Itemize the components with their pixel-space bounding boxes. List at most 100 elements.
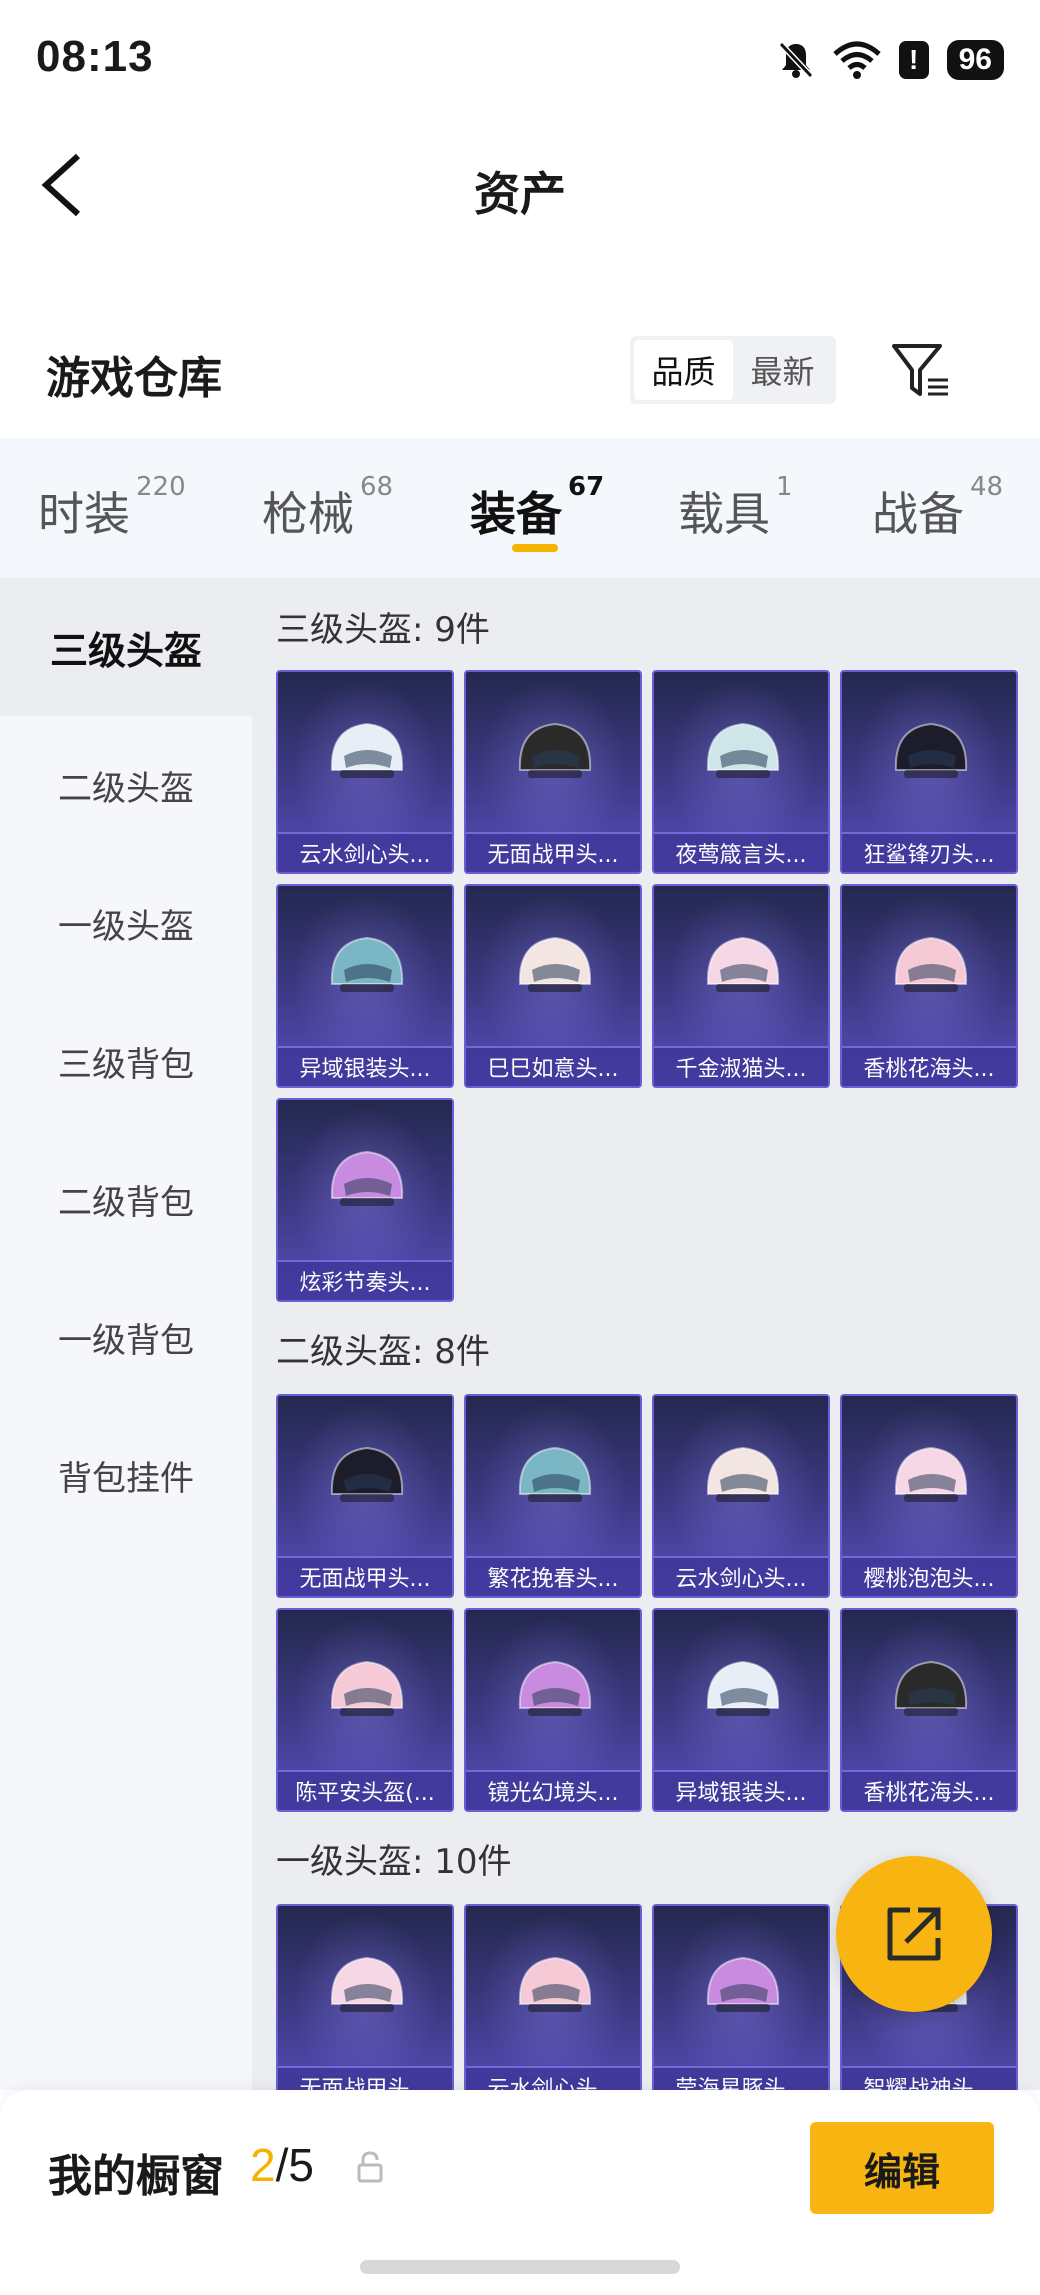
item-card[interactable]: 香桃花海头... — [840, 1608, 1018, 1812]
sub-item-level2-helmet[interactable]: 二级头盔 — [0, 716, 252, 854]
status-bar: 08:13 ! 96 — [0, 0, 1040, 120]
header: 资产 — [0, 120, 1040, 250]
item-card-label: 云水剑心头... — [278, 832, 452, 872]
item-card[interactable]: 云水剑心头... — [464, 1904, 642, 2090]
helmet-icon — [706, 722, 780, 778]
showcase-count: 2/5 — [250, 2139, 314, 2191]
item-card[interactable]: 异域银装头... — [276, 884, 454, 1088]
sort-quality[interactable]: 品质 — [634, 340, 733, 400]
tab-equipment[interactable]: 装备 67 — [470, 472, 604, 544]
item-card-label: 莹海星豚头... — [654, 2066, 828, 2090]
item-card-label: 无面战甲头... — [278, 1556, 452, 1596]
item-card[interactable]: 香桃花海头... — [840, 884, 1018, 1088]
item-card-label: 云水剑心头... — [654, 1556, 828, 1596]
item-card[interactable]: 夜莺箴言头... — [652, 670, 830, 874]
tab-vehicles[interactable]: 载具 1 — [678, 472, 793, 544]
helmet-icon — [330, 1660, 404, 1716]
item-card-label: 香桃花海头... — [842, 1770, 1016, 1810]
helmet-icon — [894, 1660, 968, 1716]
item-card-label: 巳巳如意头... — [466, 1046, 640, 1086]
category-tabs: 时装 220 枪械 68 装备 67 载具 1 战备 48 — [0, 438, 1040, 578]
sub-item-backpack-charm[interactable]: 背包挂件 — [0, 1406, 252, 1544]
lock-icon — [357, 2151, 383, 2183]
tab-guns[interactable]: 枪械 68 — [262, 472, 393, 544]
item-card[interactable]: 狂鲨锋刃头... — [840, 670, 1018, 874]
item-card-label: 夜莺箴言头... — [654, 832, 828, 872]
item-card-label: 樱桃泡泡头... — [842, 1556, 1016, 1596]
item-card-label: 无面战甲头... — [466, 832, 640, 872]
alert-icon: ! — [898, 41, 929, 79]
share-external-icon — [887, 1907, 941, 1961]
sort-latest[interactable]: 最新 — [733, 340, 832, 400]
home-indicator — [360, 2260, 680, 2274]
battery-level: 96 — [958, 43, 992, 76]
helmet-icon — [706, 1446, 780, 1502]
item-card-label: 狂鲨锋刃头... — [842, 832, 1016, 872]
item-card-label: 繁花挽春头... — [466, 1556, 640, 1596]
helmet-icon — [330, 936, 404, 992]
status-icons: ! 96 — [777, 36, 1004, 84]
item-card-label: 炫彩节奏头... — [278, 1260, 452, 1300]
showcase-title: 我的橱窗 — [48, 2151, 224, 2202]
item-card-label: 云水剑心头... — [466, 2066, 640, 2090]
status-time: 08:13 — [36, 32, 154, 81]
helmet-icon — [706, 1660, 780, 1716]
helmet-icon — [894, 936, 968, 992]
edit-button[interactable]: 编辑 — [810, 2122, 994, 2214]
item-card-label: 镜光幻境头... — [466, 1770, 640, 1810]
helmet-icon — [518, 936, 592, 992]
item-card-label: 异域银装头... — [278, 1046, 452, 1086]
tab-fashion[interactable]: 时装 220 — [38, 472, 186, 544]
helmet-icon — [518, 1956, 592, 2012]
item-card[interactable]: 无面战甲头... — [464, 670, 642, 874]
share-button[interactable] — [836, 1856, 992, 2012]
helmet-icon — [894, 722, 968, 778]
subcategory-sidebar: 三级头盔 二级头盔 一级头盔 三级背包 二级背包 一级背包 背包挂件 — [0, 578, 252, 2090]
item-card[interactable]: 异域银装头... — [652, 1608, 830, 1812]
tab-supplies[interactable]: 战备 48 — [872, 472, 1003, 544]
helmet-icon — [330, 722, 404, 778]
helmet-icon — [518, 1446, 592, 1502]
helmet-icon — [894, 1446, 968, 1502]
filter-icon[interactable] — [890, 340, 952, 402]
warehouse-title: 游戏仓库 — [46, 353, 222, 404]
helmet-icon — [706, 1956, 780, 2012]
item-card[interactable]: 镜光幻境头... — [464, 1608, 642, 1812]
item-card[interactable]: 炫彩节奏头... — [276, 1098, 454, 1302]
item-card-label: 陈平安头盔(... — [278, 1770, 452, 1810]
helmet-icon — [330, 1446, 404, 1502]
active-tab-indicator — [512, 544, 558, 552]
sub-item-level1-backpack[interactable]: 一级背包 — [0, 1268, 252, 1406]
sub-item-level3-backpack[interactable]: 三级背包 — [0, 992, 252, 1130]
page-title: 资产 — [474, 167, 566, 221]
item-card[interactable]: 云水剑心头... — [652, 1394, 830, 1598]
item-card-label: 异域银装头... — [654, 1770, 828, 1810]
showcase-bar: 我的橱窗 2/5 编辑 — [0, 2090, 1040, 2295]
item-card-label: 无面战甲头... — [278, 2066, 452, 2090]
section-title-level2-helmet: 二级头盔: 8件 — [276, 1332, 490, 1372]
item-card[interactable]: 巳巳如意头... — [464, 884, 642, 1088]
helmet-icon — [518, 1660, 592, 1716]
sub-item-level2-backpack[interactable]: 二级背包 — [0, 1130, 252, 1268]
sub-item-level1-helmet[interactable]: 一级头盔 — [0, 854, 252, 992]
item-card[interactable]: 无面战甲头... — [276, 1904, 454, 2090]
sort-toggle: 品质 最新 — [630, 336, 836, 404]
item-card-label: 智耀战神头... — [842, 2066, 1016, 2090]
item-card[interactable]: 繁花挽春头... — [464, 1394, 642, 1598]
item-card-label: 千金淑猫头... — [654, 1046, 828, 1086]
section-title-level1-helmet: 一级头盔: 10件 — [276, 1842, 512, 1882]
item-card[interactable]: 樱桃泡泡头... — [840, 1394, 1018, 1598]
section-title-level3-helmet: 三级头盔: 9件 — [276, 610, 490, 650]
item-card[interactable]: 陈平安头盔(... — [276, 1608, 454, 1812]
helmet-icon — [330, 1150, 404, 1206]
item-card[interactable]: 千金淑猫头... — [652, 884, 830, 1088]
helmet-icon — [330, 1956, 404, 2012]
item-card[interactable]: 莹海星豚头... — [652, 1904, 830, 2090]
helmet-icon — [518, 722, 592, 778]
item-card[interactable]: 云水剑心头... — [276, 670, 454, 874]
battery-indicator: 96 — [946, 40, 1004, 80]
helmet-icon — [706, 936, 780, 992]
item-card[interactable]: 无面战甲头... — [276, 1394, 454, 1598]
sub-item-level3-helmet[interactable]: 三级头盔 — [0, 578, 252, 716]
item-card-label: 香桃花海头... — [842, 1046, 1016, 1086]
